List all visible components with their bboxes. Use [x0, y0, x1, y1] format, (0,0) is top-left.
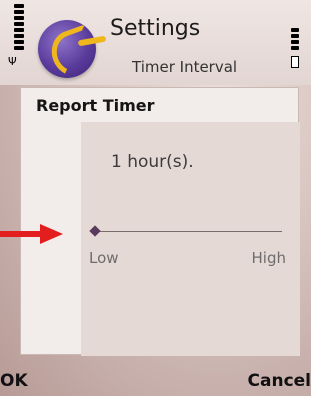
slider-min-label: Low: [89, 249, 119, 267]
header: Ψ Settings Timer Interval: [0, 0, 311, 85]
phone-screen: Ψ Settings Timer Interval Report Timer 1…: [0, 0, 311, 396]
battery-icon: [291, 28, 299, 68]
antenna-icon: Ψ: [8, 55, 17, 68]
settings-panel: Report Timer 1 hour(s). Low High: [20, 87, 300, 356]
panel-title: Report Timer: [36, 96, 155, 115]
slider-value: 1 hour(s).: [111, 152, 194, 172]
app-logo-icon: [38, 20, 107, 82]
page-title: Settings: [110, 16, 201, 41]
slider-track[interactable]: [94, 231, 282, 232]
cancel-softkey[interactable]: Cancel: [248, 371, 311, 391]
slider-setting[interactable]: 1 hour(s). Low High: [81, 122, 300, 356]
page-subtitle: Timer Interval: [132, 58, 238, 76]
slider-handle[interactable]: [89, 225, 101, 237]
red-arrow-icon: [0, 224, 65, 244]
slider-max-label: High: [251, 249, 286, 267]
ok-softkey[interactable]: OK: [0, 371, 28, 391]
softkey-bar: OK Cancel: [0, 367, 311, 396]
